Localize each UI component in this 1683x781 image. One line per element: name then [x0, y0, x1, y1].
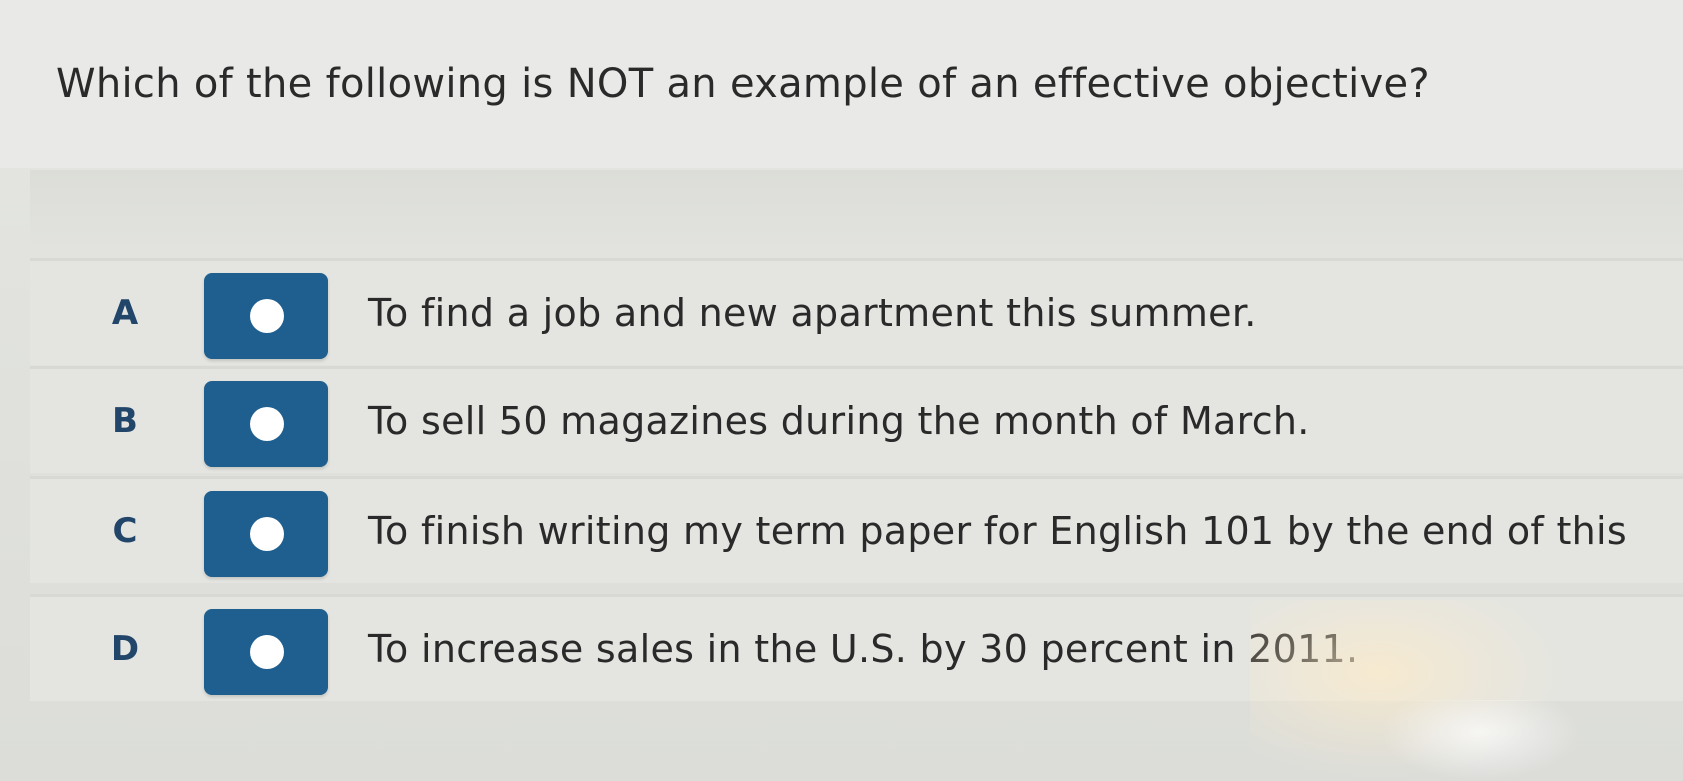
option-row-a[interactable]: A To find a job and new apartment this s…: [30, 258, 1683, 365]
option-row-c[interactable]: C To finish writing my term paper for En…: [30, 476, 1683, 583]
radio-button-d[interactable]: [204, 609, 328, 695]
radio-dot-icon: [250, 299, 284, 333]
option-letter-a: A: [111, 293, 139, 333]
radio-dot-icon: [250, 517, 284, 551]
screen-glare-secondary: [1380, 700, 1580, 781]
radio-button-a[interactable]: [204, 273, 328, 359]
option-text-b: To sell 50 magazines during the month of…: [368, 399, 1310, 443]
question-text: Which of the following is NOT an example…: [56, 61, 1430, 107]
option-letter-b: B: [112, 401, 138, 441]
radio-button-b[interactable]: [204, 381, 328, 467]
option-row-d[interactable]: D To increase sales in the U.S. by 30 pe…: [30, 594, 1683, 701]
question-panel: Which of the following is NOT an example…: [0, 0, 1683, 168]
option-letter-d: D: [110, 629, 140, 669]
radio-button-c[interactable]: [204, 491, 328, 577]
option-text-c: To finish writing my term paper for Engl…: [368, 509, 1628, 553]
option-row-b[interactable]: B To sell 50 magazines during the month …: [30, 366, 1683, 473]
option-letter-c: C: [112, 511, 138, 551]
radio-dot-icon: [250, 635, 284, 669]
option-text-d: To increase sales in the U.S. by 30 perc…: [368, 627, 1359, 671]
radio-dot-icon: [250, 407, 284, 441]
option-text-a: To find a job and new apartment this sum…: [368, 291, 1257, 335]
separator-band: [30, 170, 1683, 254]
